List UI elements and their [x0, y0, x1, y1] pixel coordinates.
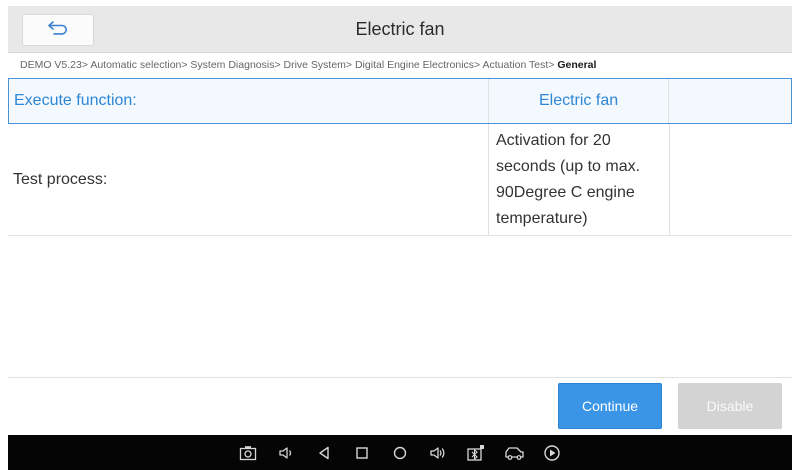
back-arrow-icon	[47, 20, 69, 41]
system-navigation-bar	[8, 435, 792, 470]
vehicle-icon[interactable]	[495, 435, 533, 470]
table-row: Test process: Activation for 20 seconds …	[8, 124, 792, 236]
back-triangle-icon[interactable]	[305, 435, 343, 470]
table-header-row: Execute function: Electric fan	[8, 78, 792, 124]
title-bar: Electric fan	[8, 6, 792, 53]
test-process-value: Activation for 20 seconds (up to max. 90…	[488, 124, 669, 235]
play-icon[interactable]	[533, 435, 571, 470]
actuation-table: Execute function: Electric fan Test proc…	[8, 78, 792, 236]
header-extra-cell	[668, 79, 791, 123]
continue-button[interactable]: Continue	[558, 383, 662, 429]
execute-function-value: Electric fan	[487, 79, 669, 123]
breadcrumb: DEMO V5.23> Automatic selection> System …	[20, 59, 790, 77]
execute-function-label: Execute function:	[14, 92, 137, 109]
disable-button[interactable]: Disable	[678, 383, 782, 429]
breadcrumb-current: General	[557, 59, 597, 71]
row-extra-cell	[669, 124, 792, 235]
test-process-label: Test process:	[13, 170, 108, 188]
back-button[interactable]	[22, 14, 94, 46]
volume-down-icon[interactable]	[267, 435, 305, 470]
page-title: Electric fan	[355, 19, 445, 39]
action-footer: Continue Disable	[8, 377, 792, 435]
vci-connection-icon[interactable]	[457, 435, 495, 470]
screenshot-icon[interactable]	[229, 435, 267, 470]
recent-apps-icon[interactable]	[343, 435, 381, 470]
breadcrumb-path: DEMO V5.23> Automatic selection> System …	[20, 59, 558, 71]
volume-up-icon[interactable]	[419, 435, 457, 470]
home-circle-icon[interactable]	[381, 435, 419, 470]
